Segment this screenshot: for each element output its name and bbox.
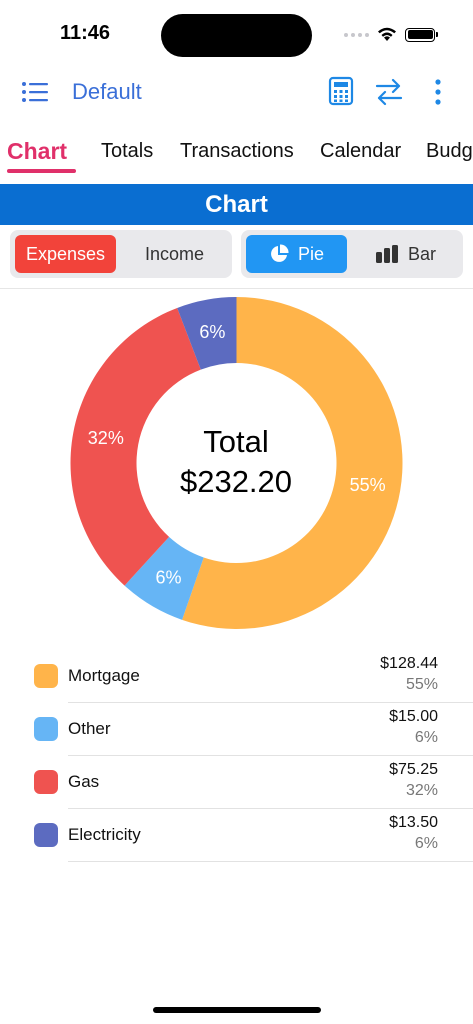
home-indicator [153, 1007, 321, 1013]
more-vertical-icon[interactable] [428, 78, 448, 106]
bar-button[interactable]: Bar [353, 235, 458, 273]
tab-budget[interactable]: Budg [426, 140, 473, 163]
legend-percent: 6% [414, 729, 438, 746]
tab-totals[interactable]: Totals [101, 140, 153, 163]
type-segmented-control: Expenses Income [10, 230, 232, 278]
legend-amount: $128.44 [380, 655, 438, 672]
legend-category-name: Electricity [68, 825, 141, 844]
status-icons [344, 27, 438, 42]
section-header: Chart [0, 184, 473, 225]
slice-percent-label: 6% [155, 567, 181, 587]
donut-chart: 55% 6% 32% 6% Total $232.20 [0, 289, 473, 639]
legend-row-mortgage[interactable]: Mortgage $128.44 55% [0, 650, 473, 703]
legend-list: Mortgage $128.44 55% Other $15.00 6% Gas $75.25… [0, 650, 473, 862]
slice-percent-label: 55% [350, 475, 386, 495]
legend-percent: 6% [414, 835, 438, 852]
legend-row-other[interactable]: Other $15.00 6% [0, 703, 473, 756]
legend-category-name: Gas [68, 772, 100, 791]
dynamic-island [161, 14, 312, 57]
top-app-bar: Default [0, 70, 473, 114]
cellular-signal-icon [344, 32, 369, 37]
legend-amount: $75.25 [389, 761, 438, 778]
legend-category-name: Other [68, 719, 111, 738]
pie-chart-icon [271, 244, 289, 262]
legend-percent: 55% [405, 676, 438, 693]
legend-category-name: Mortgage [68, 666, 140, 685]
legend-percent: 32% [405, 782, 438, 799]
total-amount: $232.20 [179, 464, 293, 499]
status-time: 11:46 [60, 22, 111, 44]
income-button[interactable]: Income [122, 235, 227, 273]
tab-chart[interactable]: Chart [7, 138, 67, 165]
tab-calendar[interactable]: Calendar [320, 140, 401, 163]
legend-color-swatch [34, 770, 58, 794]
chart-type-segmented-control: Pie Bar [241, 230, 463, 278]
bar-chart-icon [375, 245, 398, 263]
pie-button[interactable]: Pie [246, 235, 347, 273]
slice-percent-label: 32% [88, 428, 124, 448]
chart-center-label: Total $232.20 [136, 422, 336, 502]
legend-color-swatch [34, 664, 58, 688]
swap-arrows-icon[interactable] [374, 76, 404, 108]
tab-underline [7, 169, 76, 173]
ledger-title[interactable]: Default [72, 79, 142, 105]
calculator-icon[interactable] [328, 76, 354, 106]
legend-row-gas[interactable]: Gas $75.25 32% [0, 756, 473, 809]
legend-separator [68, 861, 473, 862]
wifi-icon [378, 27, 396, 41]
legend-row-electricity[interactable]: Electricity $13.50 6% [0, 809, 473, 862]
pie-button-label: Pie [297, 243, 324, 264]
legend-amount: $13.50 [389, 814, 438, 831]
slice-percent-label: 6% [199, 322, 225, 342]
battery-icon [405, 27, 438, 42]
list-icon[interactable] [20, 78, 50, 106]
expenses-button[interactable]: Expenses [15, 235, 116, 273]
legend-amount: $15.00 [389, 708, 438, 725]
status-bar: 11:46 [0, 0, 473, 70]
total-label: Total [203, 424, 269, 459]
tab-bar: Chart Totals Transactions Calendar Budg [0, 133, 473, 178]
bar-button-label: Bar [407, 243, 436, 264]
tab-transactions[interactable]: Transactions [180, 140, 294, 163]
legend-color-swatch [34, 717, 58, 741]
legend-color-swatch [34, 823, 58, 847]
